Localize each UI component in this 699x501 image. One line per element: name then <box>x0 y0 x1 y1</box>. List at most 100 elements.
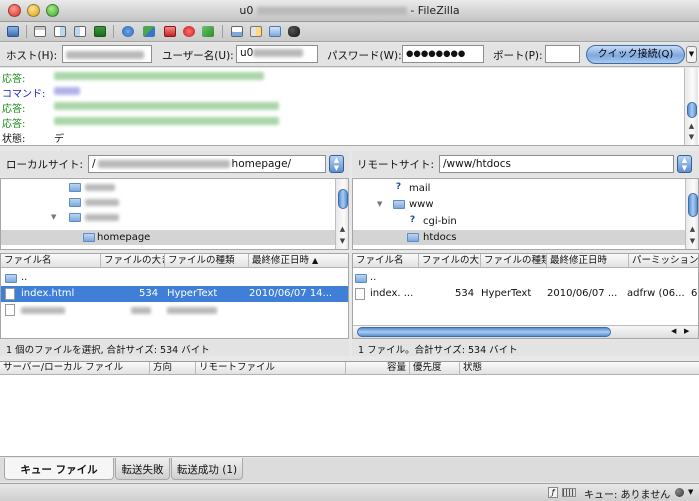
redacted-file-size <box>131 307 151 314</box>
status-menu-arrow-icon[interactable]: ▼ <box>688 488 693 496</box>
chevron-up-icon: ▲ <box>333 156 340 164</box>
folder-icon <box>69 198 81 207</box>
remote-path-input[interactable]: /www/htdocs <box>439 155 674 173</box>
disconnect-button[interactable] <box>181 24 197 39</box>
col-permissions[interactable]: パーミッション <box>629 254 698 268</box>
col-direction[interactable]: 方向 <box>150 362 196 375</box>
col-filesize[interactable]: ファイルの大きさ <box>419 254 481 268</box>
toggle-queue-icon <box>94 26 106 37</box>
remote-tree-scrollbar-thumb[interactable] <box>688 193 698 217</box>
queue-tabs: キュー ファイル 転送失敗 転送成功 (1) <box>0 458 699 482</box>
redacted-file-name <box>21 307 65 314</box>
toolbar-separator <box>222 25 223 38</box>
cancel-button[interactable] <box>162 24 178 39</box>
remote-path-dropdown[interactable]: ▲ ▼ <box>677 155 692 173</box>
expanded-triangle-icon[interactable]: ▼ <box>377 200 382 208</box>
local-directory-tree: ▼ homepage ▲ ▼ <box>0 178 349 250</box>
refresh-button[interactable] <box>120 24 136 39</box>
cancel-icon <box>164 26 176 37</box>
tab-failed-transfers[interactable]: 転送失敗 <box>115 458 170 480</box>
col-priority[interactable]: 優先度 <box>410 362 460 375</box>
speed-limit-icon[interactable]: ƒ <box>548 487 558 498</box>
col-status[interactable]: 状態 <box>460 362 699 375</box>
local-path-input[interactable]: / homepage/ <box>88 155 326 173</box>
list-item-parent[interactable]: .. <box>1 270 348 286</box>
quickconnect-button[interactable]: クイック接続(Q) <box>586 45 685 64</box>
scroll-down-arrow-icon[interactable]: ▼ <box>685 131 698 143</box>
host-input[interactable] <box>62 45 152 63</box>
col-filetype[interactable]: ファイルの種類 <box>165 254 249 268</box>
col-modified[interactable]: 最終修正日時 <box>547 254 629 268</box>
col-filename[interactable]: ファイル名 <box>1 254 101 268</box>
col-filesize[interactable]: ファイルの大きさ <box>101 254 165 268</box>
reconnect-icon <box>202 26 214 37</box>
toggle-queue-button[interactable] <box>92 24 108 39</box>
col-modified[interactable]: 最終修正日時 ▲ <box>249 254 348 268</box>
file-name: index. ... <box>370 288 414 299</box>
tab-queued-files[interactable]: キュー ファイル <box>4 458 114 480</box>
list-item-index-html[interactable]: index.html 534 HyperText 2010/06/07 14..… <box>1 286 348 302</box>
toggle-remote-tree-button[interactable] <box>72 24 88 39</box>
binary-transfer-icon[interactable] <box>562 488 576 497</box>
local-file-list: ファイル名 ファイルの大きさ ファイルの種類 最終修正日時 ▲ .. index… <box>0 253 349 339</box>
col-server-local-file[interactable]: サーバー/ローカル ファイル <box>0 362 150 375</box>
port-input[interactable] <box>545 45 580 63</box>
tree-item-mail[interactable]: ? mail <box>353 181 685 196</box>
tree-item[interactable] <box>1 180 335 195</box>
site-manager-icon <box>7 26 19 37</box>
toolbar-separator <box>26 25 27 38</box>
toggle-local-tree-icon <box>54 26 66 37</box>
process-queue-icon <box>143 26 155 37</box>
quickconnect-history-dropdown[interactable]: ▼ <box>686 46 697 63</box>
scroll-right-arrow-icon[interactable]: ▶ <box>684 327 689 335</box>
transfer-queue: サーバー/ローカル ファイル 方向 リモートファイル 容量 優先度 状態 <box>0 361 699 457</box>
local-tree-scrollbar-thumb[interactable] <box>338 189 348 209</box>
remote-site-bar: リモートサイト: /www/htdocs ▲ ▼ <box>352 151 699 177</box>
local-status: 1 個のファイルを選択, 合計サイズ: 534 バイト <box>0 340 349 356</box>
redacted-log-message <box>54 102 279 110</box>
local-path-dropdown[interactable]: ▲ ▼ <box>329 155 344 173</box>
remote-list-hscrollbar[interactable]: ◀ ▶ <box>353 325 698 338</box>
remote-tree-scrollbar[interactable]: ▲ ▼ <box>685 179 698 249</box>
list-item-index[interactable]: index. ... 534 HyperText 2010/06/07 ... … <box>353 286 698 302</box>
tree-item-www[interactable]: ▼ www <box>353 197 685 212</box>
col-filename[interactable]: ファイル名 <box>353 254 419 268</box>
user-input[interactable]: u0 <box>236 45 318 63</box>
process-queue-button[interactable] <box>141 24 157 39</box>
scroll-up-arrow-icon[interactable]: ▲ <box>336 223 348 235</box>
list-item[interactable] <box>1 302 348 318</box>
col-filetype[interactable]: ファイルの種類 <box>481 254 547 268</box>
log-scrollbar-thumb[interactable] <box>687 102 697 118</box>
scroll-left-arrow-icon[interactable]: ◀ <box>671 327 676 335</box>
tree-item-homepage[interactable]: homepage <box>1 230 335 245</box>
local-tree-scrollbar[interactable]: ▲ ▼ <box>335 179 348 249</box>
redacted-folder-name <box>85 199 119 206</box>
scroll-up-arrow-icon[interactable]: ▲ <box>686 223 698 235</box>
tree-item[interactable]: ▼ <box>1 210 335 225</box>
tree-item-cgi-bin[interactable]: ? cgi-bin <box>353 214 685 229</box>
tree-item[interactable] <box>1 195 335 210</box>
log-label: 状態: <box>2 134 26 145</box>
remote-list-hscrollbar-thumb[interactable] <box>357 327 611 337</box>
scroll-down-arrow-icon[interactable]: ▼ <box>336 235 348 247</box>
tab-successful-transfers[interactable]: 転送成功 (1) <box>171 458 243 480</box>
list-item-parent[interactable]: .. <box>353 270 698 286</box>
expanded-triangle-icon[interactable]: ▼ <box>51 213 56 221</box>
col-size[interactable]: 容量 <box>346 362 410 375</box>
password-input[interactable]: ●●●●●●●● <box>402 45 484 63</box>
local-site-bar: ローカルサイト: / homepage/ ▲ ▼ <box>0 151 349 177</box>
file-size: 534 <box>139 288 159 299</box>
reconnect-button[interactable] <box>200 24 216 39</box>
tree-item-htdocs[interactable]: htdocs <box>353 230 685 245</box>
scroll-down-arrow-icon[interactable]: ▼ <box>686 235 698 247</box>
toggle-log-button[interactable] <box>32 24 48 39</box>
toggle-local-tree-button[interactable] <box>52 24 68 39</box>
compare-button[interactable] <box>248 24 264 39</box>
directory-listing-filter-button[interactable] <box>229 24 245 39</box>
sync-browse-button[interactable] <box>267 24 283 39</box>
log-scrollbar[interactable]: ▲ ▼ <box>684 68 698 145</box>
status-bar: ƒ キュー: ありません ▼ <box>0 483 699 501</box>
col-remote-file[interactable]: リモートファイル <box>196 362 346 375</box>
search-button[interactable] <box>286 24 302 39</box>
site-manager-button[interactable] <box>5 24 21 39</box>
